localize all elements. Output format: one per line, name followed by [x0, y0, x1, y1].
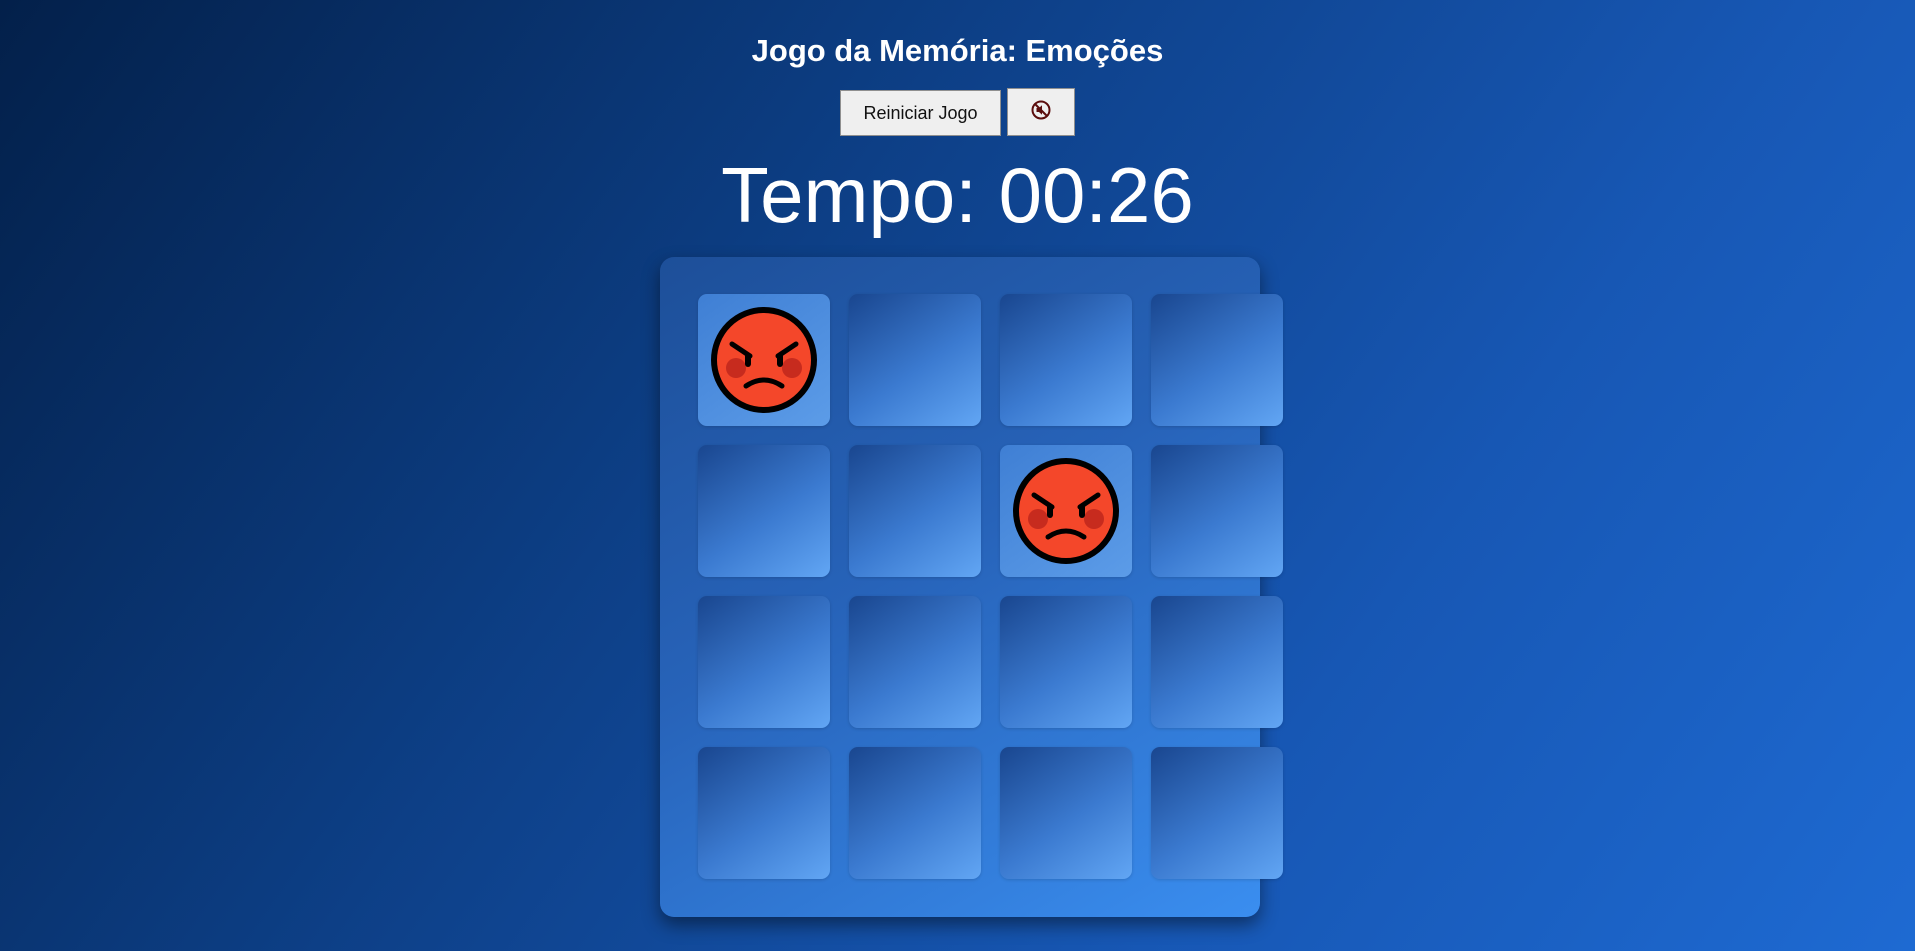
memory-card-flipped[interactable]	[698, 294, 830, 426]
memory-card[interactable]	[1151, 294, 1283, 426]
restart-button[interactable]: Reiniciar Jogo	[840, 90, 1001, 136]
memory-card[interactable]	[849, 747, 981, 879]
controls-bar: Reiniciar Jogo	[0, 88, 1915, 136]
memory-card[interactable]	[849, 445, 981, 577]
game-board	[660, 257, 1283, 917]
memory-card[interactable]	[698, 747, 830, 879]
memory-card[interactable]	[698, 445, 830, 577]
timer-label: Tempo:	[721, 151, 977, 239]
memory-card[interactable]	[1000, 747, 1132, 879]
memory-card[interactable]	[1000, 596, 1132, 728]
timer-value: 00:26	[998, 151, 1194, 239]
timer-display: Tempo: 00:26	[0, 150, 1915, 240]
muted-speaker-icon	[1030, 99, 1052, 126]
memory-card[interactable]	[1000, 294, 1132, 426]
memory-card[interactable]	[849, 596, 981, 728]
mute-button[interactable]	[1006, 88, 1075, 136]
memory-card[interactable]	[1151, 596, 1283, 728]
memory-card-flipped[interactable]	[1000, 445, 1132, 577]
angry-face-icon	[711, 307, 817, 413]
memory-card[interactable]	[849, 294, 981, 426]
memory-card[interactable]	[1151, 747, 1283, 879]
page-title: Jogo da Memória: Emoções	[751, 33, 1164, 68]
memory-card[interactable]	[698, 596, 830, 728]
angry-face-icon	[1013, 458, 1119, 564]
memory-card[interactable]	[1151, 445, 1283, 577]
